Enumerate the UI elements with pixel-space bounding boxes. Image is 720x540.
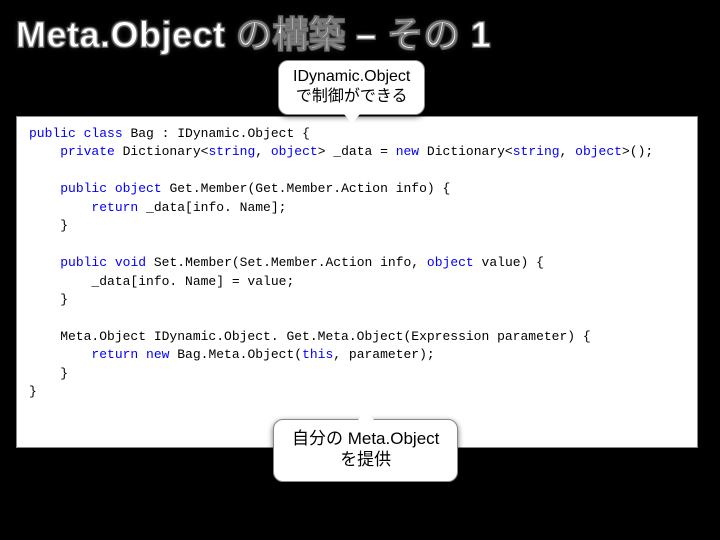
code-text: _data[info. Name] = value; xyxy=(29,274,294,289)
kw-new: new xyxy=(396,144,419,159)
kw-private: private xyxy=(60,144,115,159)
code-text: , parameter); xyxy=(333,347,434,362)
kw-public: public xyxy=(29,126,76,141)
kw-class: class xyxy=(84,126,123,141)
kw-object: object xyxy=(271,144,318,159)
kw-string: string xyxy=(513,144,560,159)
indent xyxy=(29,347,91,362)
kw-object: object xyxy=(427,255,474,270)
code-text: } xyxy=(29,218,68,233)
slide-title: Meta.Object の構築 – その 1 xyxy=(16,6,491,58)
callout-bottom-line1: 自分の Meta.Object xyxy=(292,428,439,449)
callout-bottom-line2: を提供 xyxy=(292,449,439,470)
code-text: > _data = xyxy=(318,144,396,159)
kw-public: public xyxy=(60,255,107,270)
code-text: } xyxy=(29,366,68,381)
kw-string: string xyxy=(208,144,255,159)
kw-this: this xyxy=(302,347,333,362)
code-text: } xyxy=(29,384,37,399)
code-text: } xyxy=(29,292,68,307)
kw-void: void xyxy=(115,255,146,270)
code-block: public class Bag : IDynamic.Object { pri… xyxy=(16,116,698,448)
indent xyxy=(29,255,60,270)
indent xyxy=(29,144,60,159)
code-text: Bag.Meta.Object( xyxy=(169,347,302,362)
kw-return: return xyxy=(91,347,138,362)
code-text: Bag : IDynamic.Object { xyxy=(123,126,310,141)
kw-return: return xyxy=(91,200,138,215)
kw-public: public xyxy=(60,181,107,196)
code-text: Dictionary< xyxy=(419,144,513,159)
code-text: Dictionary< xyxy=(115,144,209,159)
kw-new: new xyxy=(146,347,169,362)
callout-top-line1: IDynamic.Object xyxy=(293,67,410,87)
code-text: _data[info. Name]; xyxy=(138,200,286,215)
code-text: Get.Member(Get.Member.Action info) { xyxy=(162,181,451,196)
code-text: >(); xyxy=(622,144,653,159)
callout-bottom: 自分の Meta.Object を提供 xyxy=(273,419,458,482)
indent xyxy=(29,181,60,196)
indent xyxy=(29,200,91,215)
code-text: value) { xyxy=(474,255,544,270)
code-text: , xyxy=(255,144,271,159)
kw-object: object xyxy=(115,181,162,196)
code-text: Meta.Object IDynamic.Object. Get.Meta.Ob… xyxy=(29,329,591,344)
callout-top: IDynamic.Object で制御ができる xyxy=(278,60,425,115)
code-text: , xyxy=(560,144,576,159)
code-text: Set.Member(Set.Member.Action info, xyxy=(146,255,427,270)
kw-object: object xyxy=(575,144,622,159)
callout-top-line2: で制御ができる xyxy=(293,87,410,107)
